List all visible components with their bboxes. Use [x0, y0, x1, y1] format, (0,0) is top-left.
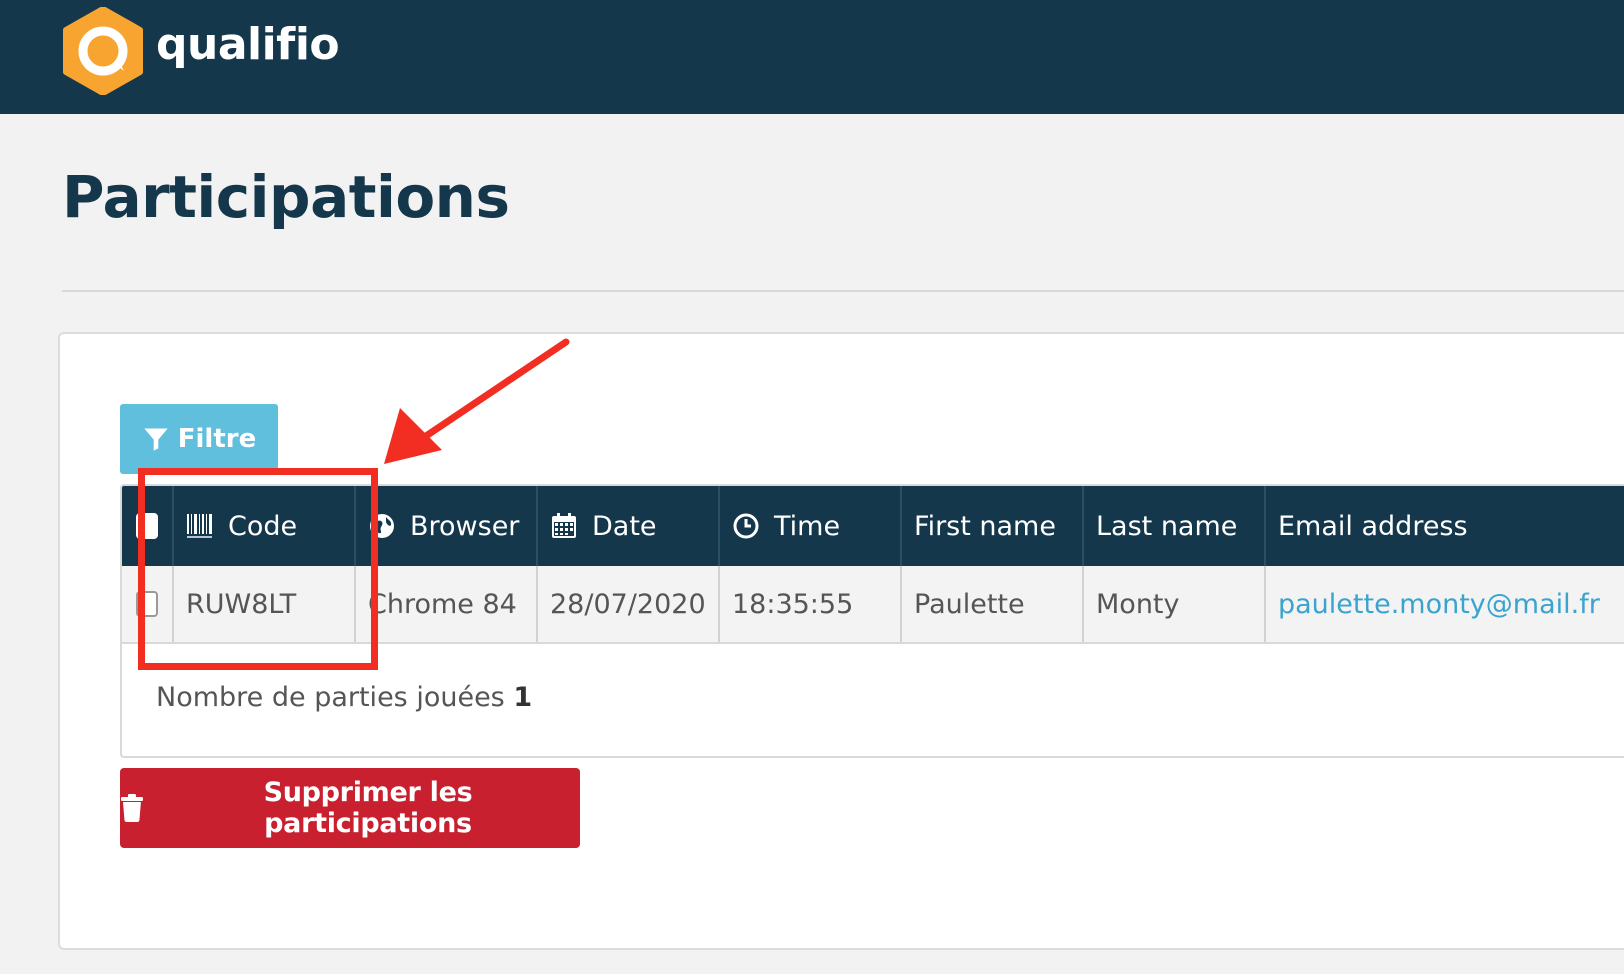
- row-checkbox[interactable]: [136, 591, 158, 617]
- header-label-email: Email address: [1278, 510, 1468, 542]
- row-cell-select: [122, 566, 172, 642]
- header-cell-time[interactable]: Time: [718, 486, 900, 566]
- delete-participations-button[interactable]: Supprimer les participations: [120, 768, 580, 848]
- select-all-checkbox[interactable]: [136, 513, 158, 539]
- globe-icon: [370, 514, 394, 538]
- row-cell-email: paulette.monty@mail.fr: [1264, 566, 1624, 642]
- header-cell-last-name[interactable]: Last name: [1082, 486, 1264, 566]
- trash-icon: [120, 794, 143, 822]
- delete-button-label: Supprimer les participations: [263, 777, 473, 839]
- header-cell-first-name[interactable]: First name: [900, 486, 1082, 566]
- games-played-value: 1: [513, 682, 533, 713]
- barcode-icon: [187, 514, 212, 538]
- row-cell-last-name: Monty: [1082, 566, 1264, 642]
- header-cell-select: [122, 486, 172, 566]
- games-played-label: Nombre de parties jouées: [156, 682, 505, 713]
- header-label-browser: Browser: [410, 510, 520, 542]
- calendar-icon: [552, 513, 576, 538]
- title-divider: [62, 290, 1624, 292]
- clock-icon: [733, 513, 759, 539]
- email-link[interactable]: paulette.monty@mail.fr: [1278, 589, 1600, 620]
- header-label-code: Code: [228, 510, 298, 542]
- row-cell-first-name: Paulette: [900, 566, 1082, 642]
- filter-button-label: Filtre: [177, 424, 257, 454]
- table-header-row: Code Browser Date Time First name Last n…: [122, 486, 1624, 566]
- header-label-time: Time: [774, 510, 841, 542]
- row-cell-date: 28/07/2020: [536, 566, 718, 642]
- header-cell-code[interactable]: Code: [172, 486, 354, 566]
- qualifio-logo-icon[interactable]: [62, 7, 144, 95]
- row-cell-code: RUW8LT: [172, 566, 354, 642]
- filter-button[interactable]: Filtre: [120, 404, 278, 474]
- participations-table: Code Browser Date Time First name Last n…: [120, 484, 1624, 758]
- header-label-date: Date: [592, 510, 657, 542]
- header-cell-email[interactable]: Email address: [1264, 486, 1624, 566]
- header-label-last-name: Last name: [1096, 510, 1238, 542]
- header-cell-browser[interactable]: Browser: [354, 486, 536, 566]
- page-title: Participations: [62, 163, 510, 231]
- header-cell-date[interactable]: Date: [536, 486, 718, 566]
- header-label-first-name: First name: [914, 510, 1056, 542]
- row-cell-time: 18:35:55: [718, 566, 900, 642]
- games-played-count: Nombre de parties jouées 1: [156, 682, 532, 713]
- brand-name[interactable]: qualifio: [156, 14, 340, 76]
- table-row: RUW8LT Chrome 84 28/07/2020 18:35:55 Pau…: [122, 566, 1624, 644]
- filter-icon: [144, 428, 168, 451]
- row-cell-browser: Chrome 84: [354, 566, 536, 642]
- top-navbar: qualifio: [0, 0, 1624, 114]
